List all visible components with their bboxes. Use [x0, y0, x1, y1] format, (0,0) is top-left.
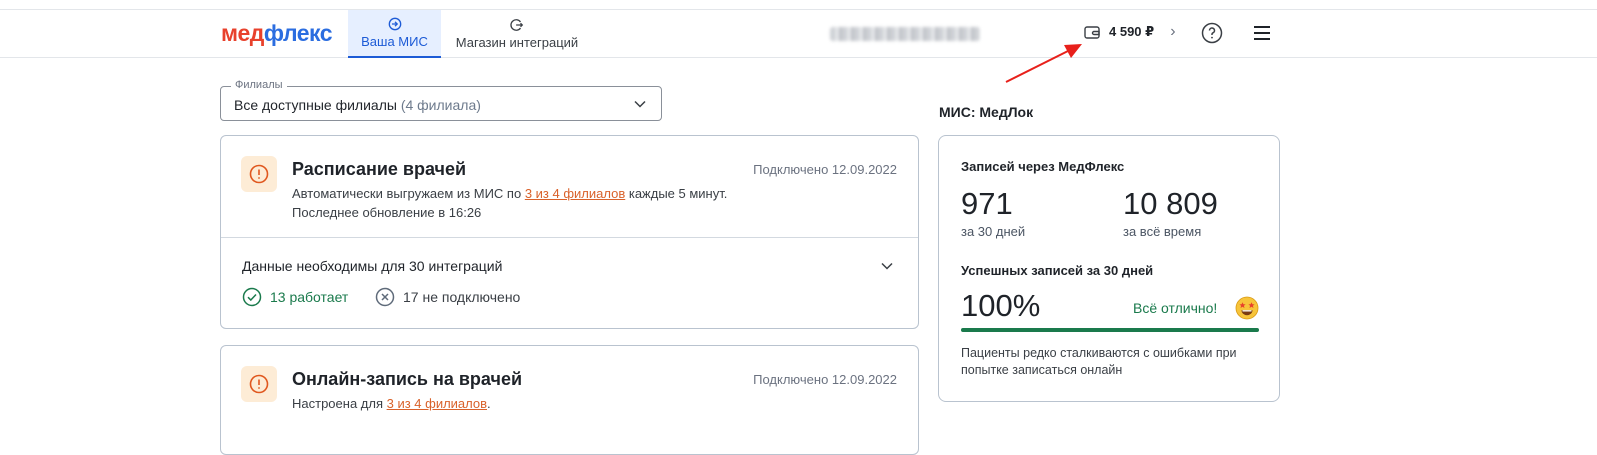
- schedule-last-update: Последнее обновление в 16:26: [292, 205, 482, 220]
- x-circle-icon: [375, 287, 395, 307]
- branches-count: (4 филиала): [400, 97, 481, 113]
- branches-value-text: Все доступные филиалы: [234, 97, 397, 113]
- warning-icon: [249, 374, 269, 394]
- tab-integration-store[interactable]: Магазин интеграций: [446, 10, 588, 58]
- success-status: Всё отлично!: [1133, 300, 1218, 316]
- branches-selected-value: Все доступные филиалы (4 филиала): [234, 97, 481, 113]
- schedule-card-title: Расписание врачей: [292, 159, 467, 179]
- success-title: Успешных записей за 30 дней: [961, 263, 1154, 278]
- card-divider: [221, 237, 918, 238]
- success-percent: 100%: [961, 288, 1041, 323]
- success-progress-fill: [961, 328, 1259, 332]
- working-count: 13 работает: [270, 289, 349, 305]
- success-note: Пациенты редко сталкиваются с ошибками п…: [961, 346, 1237, 377]
- chevron-right-icon: ›: [1170, 23, 1176, 40]
- schedule-connected-date: Подключено 12.09.2022: [753, 162, 897, 177]
- tab-integration-store-label: Магазин интеграций: [455, 35, 579, 50]
- stats-card: Записей через МедФлекс 971 за 30 дней 10…: [938, 135, 1280, 402]
- schedule-description: Автоматически выгружаем из МИС по 3 из 4…: [292, 184, 727, 222]
- online-booking-connected-date: Подключено 12.09.2022: [753, 372, 897, 387]
- menu-icon[interactable]: [1252, 24, 1272, 42]
- records-title: Записей через МедФлекс: [961, 159, 1125, 174]
- tab-your-mis-label: Ваша МИС: [361, 34, 428, 49]
- online-booking-description: Настроена для 3 из 4 филиалов.: [292, 394, 491, 413]
- help-icon[interactable]: [1201, 22, 1223, 44]
- branches-legend: Филиалы: [231, 79, 287, 91]
- blurred-account-name[interactable]: [830, 27, 980, 41]
- schedule-desc-suffix: каждые 5 минут.: [625, 186, 728, 201]
- app-header: медфлекс Ваша МИС Магазин интеграций 4 5…: [0, 10, 1597, 58]
- warning-badge: [241, 156, 277, 192]
- tab-your-mis[interactable]: Ваша МИС: [348, 10, 441, 58]
- warning-icon: [249, 164, 269, 184]
- medflex-logo[interactable]: медфлекс: [221, 20, 333, 47]
- records-all-time: 10 809: [1123, 186, 1218, 221]
- star-struck-emoji-icon: [1235, 296, 1259, 320]
- warning-badge: [241, 366, 277, 402]
- records-30-days-label: за 30 дней: [961, 224, 1026, 239]
- integrations-needed-text: Данные необходимы для 30 интеграций: [242, 258, 503, 274]
- chevron-down-icon: [634, 100, 646, 108]
- schedule-card: Расписание врачей Подключено 12.09.2022 …: [220, 135, 919, 329]
- not-connected-count: 17 не подключено: [403, 289, 521, 305]
- online-booking-title: Онлайн-запись на врачей: [292, 369, 523, 389]
- login-icon: [388, 17, 401, 31]
- mis-title: МИС: МедЛок: [939, 104, 1034, 120]
- schedule-branches-link[interactable]: 3 из 4 филиалов: [525, 186, 625, 201]
- schedule-desc-prefix: Автоматически выгружаем из МИС по: [292, 186, 525, 201]
- records-30-days: 971: [961, 186, 1013, 221]
- records-all-time-label: за всё время: [1123, 224, 1202, 239]
- annotation-arrow-icon: [1005, 44, 1082, 83]
- online-booking-desc-suffix: .: [487, 396, 491, 411]
- success-progress-bar: [961, 328, 1259, 332]
- balance-amount: 4 590 ₽: [1109, 24, 1155, 39]
- branches-select[interactable]: Филиалы Все доступные филиалы (4 филиала…: [220, 79, 662, 121]
- logout-icon: [510, 19, 524, 31]
- balance-button[interactable]: 4 590 ₽ ›: [1083, 23, 1176, 41]
- logo-part-2: флекс: [263, 20, 333, 46]
- online-booking-desc-prefix: Настроена для: [292, 396, 387, 411]
- working-status: 13 работает: [242, 287, 348, 307]
- online-booking-branches-link[interactable]: 3 из 4 филиалов: [387, 396, 487, 411]
- expand-chevron-down-icon[interactable]: [880, 259, 894, 273]
- logo-part-1: мед: [221, 20, 264, 46]
- not-connected-status: 17 не подключено: [375, 287, 520, 307]
- wallet-icon: [1084, 26, 1100, 39]
- check-circle-icon: [242, 287, 262, 307]
